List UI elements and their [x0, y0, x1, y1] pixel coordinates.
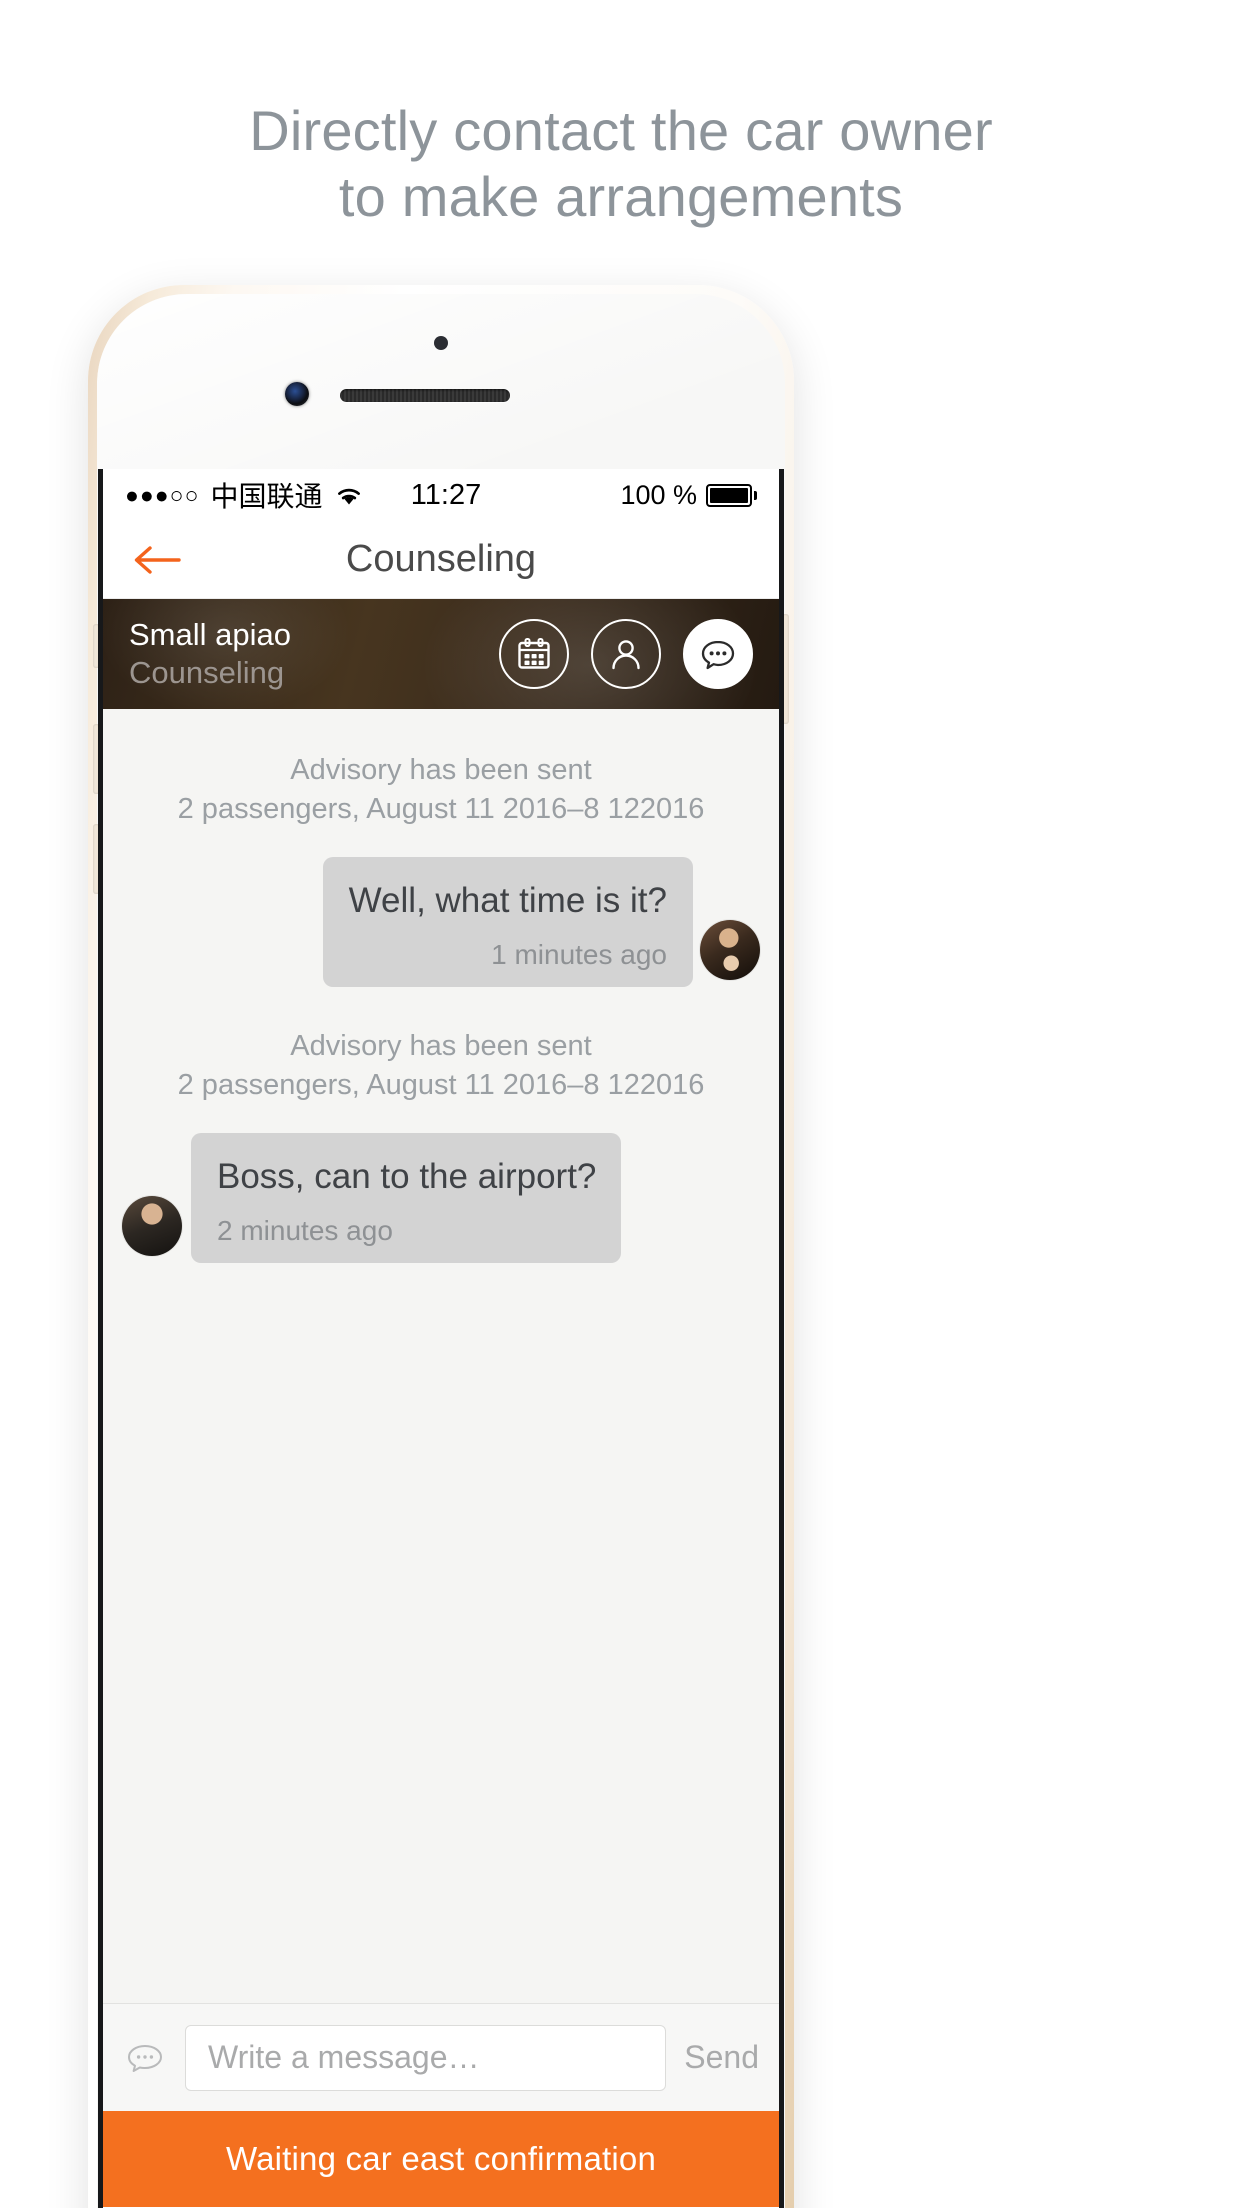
- message-timestamp: 1 minutes ago: [491, 939, 667, 971]
- system-message-line-1: Advisory has been sent: [290, 754, 592, 786]
- contact-name: Small apiao: [129, 617, 291, 653]
- status-bar-left: ●●●○○ 中国联通: [125, 475, 365, 515]
- chat-dots-icon: [701, 640, 735, 670]
- front-camera-icon: [285, 382, 309, 406]
- back-arrow-icon: [134, 545, 181, 574]
- conversation-header-text: Small apiao Counseling: [129, 616, 291, 692]
- calendar-icon: [518, 638, 550, 669]
- contact-subtitle: Counseling: [129, 655, 285, 690]
- system-message-line-1: Advisory has been sent: [290, 1030, 592, 1063]
- message-bubble: Boss, can to the airport? 2 minutes ago: [191, 1133, 621, 1264]
- system-message: Advisory has been sent 2 passengers, Aug…: [103, 987, 779, 1111]
- message-bubble: Well, what time is it? 1 minutes ago: [322, 857, 693, 988]
- signal-strength-icon: ●●●○○: [125, 481, 200, 508]
- headline-line-1: Directly contact the car owner: [249, 99, 993, 162]
- header-actions: [499, 619, 753, 689]
- message-input[interactable]: [185, 2024, 667, 2091]
- waiting-confirmation-button[interactable]: Waiting car east confirmation: [103, 2111, 779, 2207]
- back-button[interactable]: [131, 540, 183, 580]
- proximity-sensor-icon: [434, 336, 448, 350]
- message-timestamp: 2 minutes ago: [217, 1215, 393, 1247]
- earpiece-speaker-icon: [340, 389, 510, 402]
- status-bar-right: 100 %: [620, 480, 757, 511]
- avatar[interactable]: [699, 919, 761, 982]
- chat-button[interactable]: [683, 619, 753, 689]
- phone-screen: ●●●○○ 中国联通 11:27 100 % Counseling Small …: [98, 469, 784, 2208]
- page-title: Directly contact the car owner to make a…: [0, 98, 1242, 230]
- conversation-header: Small apiao Counseling: [103, 599, 779, 709]
- chat-thread[interactable]: Advisory has been sent 2 passengers, Aug…: [103, 709, 779, 2003]
- message-text: Well, what time is it?: [348, 881, 667, 921]
- message-row: Boss, can to the airport? 2 minutes ago: [103, 1111, 779, 1264]
- phone-mockup: ●●●○○ 中国联通 11:27 100 % Counseling Small …: [88, 285, 794, 2208]
- message-row: Well, what time is it? 1 minutes ago: [103, 835, 779, 988]
- carrier-label: 中国联通: [210, 481, 323, 512]
- system-message: Advisory has been sent 2 passengers, Aug…: [103, 737, 779, 835]
- send-button[interactable]: Send: [684, 2039, 759, 2076]
- chat-bubble-icon[interactable]: [123, 2038, 167, 2078]
- nav-title: Counseling: [345, 538, 537, 580]
- message-input-bar: Send: [103, 2003, 779, 2111]
- calendar-button[interactable]: [499, 619, 569, 689]
- system-message-line-2: 2 passengers, August 11 2016–8 122016: [177, 1069, 705, 1102]
- message-text: Boss, can to the airport?: [217, 1157, 597, 1197]
- status-bar: ●●●○○ 中国联通 11:27 100 %: [103, 469, 779, 521]
- battery-percent-label: 100 %: [620, 479, 697, 510]
- headline-line-2: to make arrangements: [338, 165, 904, 229]
- system-message-line-2: 2 passengers, August 11 2016–8 122016: [177, 793, 705, 826]
- person-icon: [612, 640, 640, 670]
- wifi-icon: [333, 483, 365, 507]
- phone-body: ●●●○○ 中国联通 11:27 100 % Counseling Small …: [93, 294, 789, 2208]
- battery-icon: [706, 483, 757, 507]
- navigation-bar: Counseling: [103, 521, 779, 599]
- profile-button[interactable]: [591, 619, 661, 689]
- avatar[interactable]: [121, 1195, 183, 1258]
- promo-page: Directly contact the car owner to make a…: [0, 0, 1242, 2208]
